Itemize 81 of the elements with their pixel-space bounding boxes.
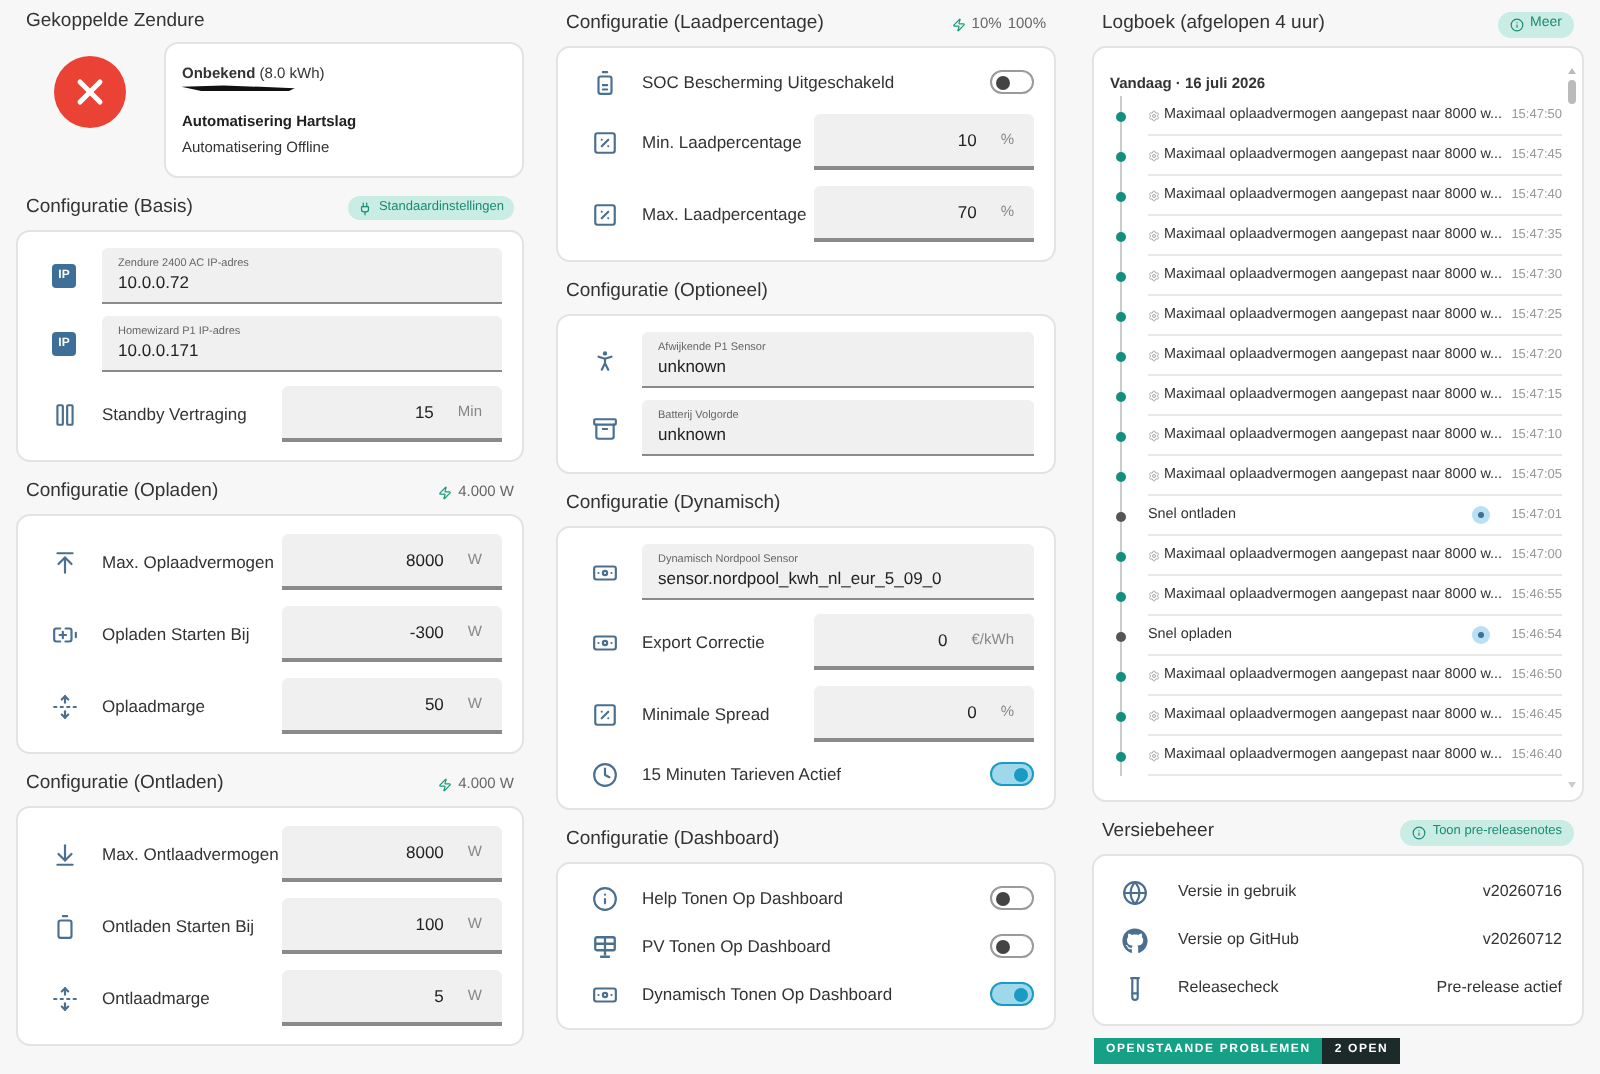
field-label: Oplaadmarge [102,693,208,719]
manual-icon [1472,506,1490,524]
version-label: Versie op GitHub [1178,928,1301,952]
battery-plus-icon [51,621,77,647]
tray-icon [591,415,617,441]
banknote-icon [591,981,617,1007]
section-title: Logboek (afgelopen 4 uur) [1102,9,1325,38]
toggle-label: PV Tonen Op Dashboard [642,933,833,959]
version-value: v20260712 [1482,928,1562,952]
field-label: Max. Oplaadvermogen [102,549,276,575]
info-icon [591,885,617,911]
solar-panel-icon [591,933,617,959]
toggle-switch[interactable] [990,886,1034,910]
arrow-down-icon [51,841,77,867]
version-label: Versie in gebruik [1178,880,1299,904]
margin-icon [51,985,77,1011]
section-title: Configuratie (Laadpercentage) [566,9,824,38]
power-icon [951,17,966,31]
section-title: Configuratie (Optioneel) [566,277,768,306]
percent-icon [591,201,617,227]
field-label: Max. Ontlaadvermogen [102,841,281,867]
toggle-switch[interactable] [990,934,1034,958]
toggle-switch[interactable] [990,982,1034,1006]
manual-icon [1472,626,1490,644]
margin-icon [51,693,77,719]
globe-icon [1121,879,1147,905]
toggle-switch[interactable] [990,762,1034,786]
battery-icon [51,913,77,939]
toggle-label: Dynamisch Tonen Op Dashboard [642,981,895,1007]
gear-icon [1148,709,1160,721]
gear-icon [1148,749,1160,761]
field-label: Standby Vertraging [102,401,249,427]
gear-icon [1148,149,1160,161]
gear-icon [1148,669,1160,681]
gear-icon [1148,429,1160,441]
gear-icon [1148,309,1160,321]
arrow-up-icon [51,549,77,575]
gear-icon [1148,189,1160,201]
clock-icon [591,761,617,787]
github-icon [1121,927,1147,953]
toggle-label: 15 Minuten Tarieven Actief [642,761,844,787]
gear-icon [1148,229,1160,241]
field-label: Opladen Starten Bij [102,621,252,647]
section-title: Configuratie (Basis) [26,193,193,222]
toggle-switch[interactable] [990,70,1034,94]
field-label: Ontladen Starten Bij [102,913,257,939]
gear-icon [1148,549,1160,561]
toggle-label: SOC Bescherming Uitgeschakeld [642,69,897,95]
field-label: Export Correctie [642,629,767,655]
banknote-icon [591,559,617,585]
section-title: Versiebeheer [1102,817,1214,846]
percent-icon [591,701,617,727]
gear-icon [1148,269,1160,281]
section-title: Configuratie (Ontladen) [26,769,224,798]
version-value: Pre-release actief [1436,976,1562,1000]
gear-icon [1148,349,1160,361]
gear-icon [1148,389,1160,401]
info-icon [1510,17,1525,31]
percent-icon [591,129,617,155]
gear-icon [1148,109,1160,121]
field-label: Max. Laadpercentage [642,201,809,227]
gear-icon [1148,469,1160,481]
toggle-label: Help Tonen Op Dashboard [642,885,845,911]
section-title: Configuratie (Dashboard) [566,825,780,854]
power-icon [438,485,453,499]
section-title: Gekoppelde Zendure [26,7,205,36]
field-label: Min. Laadpercentage [642,129,804,155]
power-icon [438,777,453,791]
person-icon [591,347,617,373]
field-label: Minimale Spread [642,701,772,727]
section-title: Configuratie (Dynamisch) [566,489,781,518]
info-icon [1412,825,1427,839]
pause-icon [51,401,77,427]
version-value: v20260716 [1482,880,1562,904]
section-title: Configuratie (Opladen) [26,477,219,506]
version-label: Releasecheck [1178,976,1281,1000]
gear-icon [1148,589,1160,601]
banknote-icon [591,629,617,655]
field-label: Ontlaadmarge [102,985,212,1011]
battery-icon [591,69,617,95]
plug-icon [358,201,373,215]
